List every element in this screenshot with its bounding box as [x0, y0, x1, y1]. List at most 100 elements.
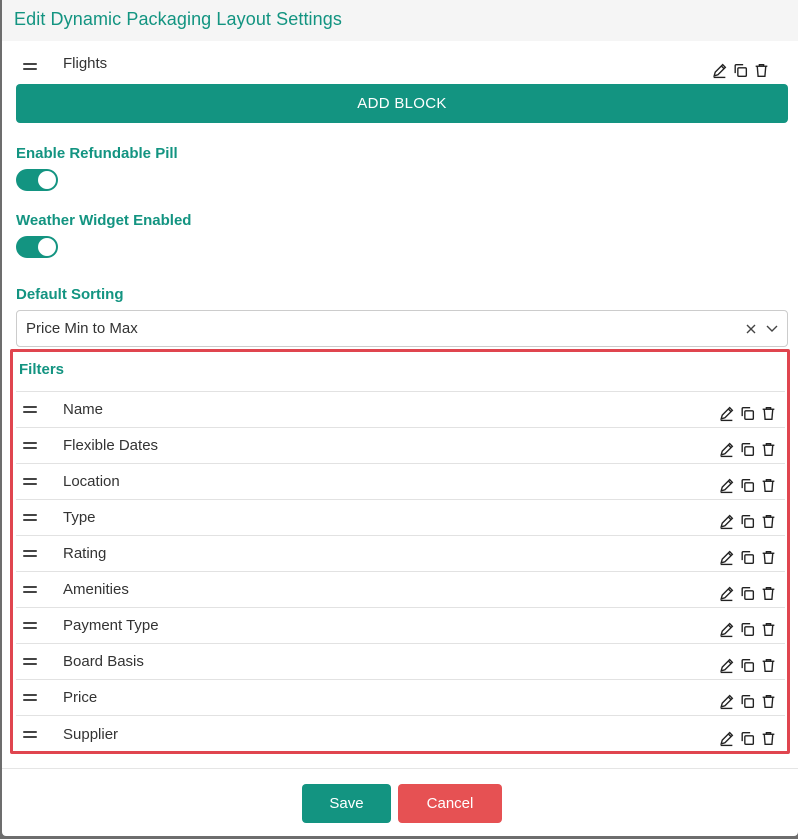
filter-actions — [718, 730, 777, 747]
weather-toggle[interactable] — [16, 236, 58, 258]
filter-row-supplier: Supplier — [16, 716, 785, 752]
clear-icon[interactable] — [746, 324, 756, 334]
filter-row-amenities: Amenities — [16, 572, 785, 608]
filter-actions — [718, 405, 777, 422]
filter-row-price: Price — [16, 680, 785, 716]
edit-icon[interactable] — [718, 730, 735, 747]
filter-label: Flexible Dates — [63, 437, 159, 454]
edit-icon[interactable] — [718, 621, 735, 638]
copy-icon[interactable] — [739, 657, 756, 674]
trash-icon[interactable] — [760, 477, 777, 494]
filter-row-type: Type — [16, 500, 785, 536]
filters-title: Filters — [19, 361, 65, 378]
copy-icon[interactable] — [739, 585, 756, 602]
drag-handle-icon[interactable] — [23, 729, 37, 739]
toggle-knob — [38, 171, 56, 189]
trash-icon[interactable] — [760, 513, 777, 530]
filter-actions — [718, 621, 777, 638]
copy-icon[interactable] — [739, 405, 756, 422]
trash-icon[interactable] — [760, 657, 777, 674]
trash-icon[interactable] — [760, 405, 777, 422]
edit-icon[interactable] — [718, 441, 735, 458]
drag-handle-icon[interactable] — [23, 657, 37, 667]
filter-row-name: Name — [16, 392, 785, 428]
refundable-toggle[interactable] — [16, 169, 58, 191]
filters-list: Name Flexible Dates Location Type Rating… — [16, 391, 785, 752]
block-actions — [711, 62, 770, 79]
edit-icon[interactable] — [718, 405, 735, 422]
trash-icon[interactable] — [760, 730, 777, 747]
filter-label: Supplier — [63, 725, 119, 743]
edit-icon[interactable] — [718, 549, 735, 566]
copy-icon[interactable] — [739, 513, 756, 530]
select-controls — [746, 324, 778, 334]
filter-actions — [718, 513, 777, 530]
filter-actions — [718, 477, 777, 494]
edit-icon[interactable] — [718, 693, 735, 710]
drag-handle-icon[interactable] — [23, 621, 37, 631]
filter-row-location: Location — [16, 464, 785, 500]
filter-label: Board Basis — [63, 653, 144, 670]
sorting-label: Default Sorting — [16, 286, 124, 303]
filter-actions — [718, 441, 777, 458]
filters-section: Filters Name Flexible Dates Location Typ… — [10, 349, 790, 754]
trash-icon[interactable] — [760, 585, 777, 602]
sorting-field: Default Sorting Price Min to Max — [16, 286, 788, 347]
edit-icon[interactable] — [718, 477, 735, 494]
copy-icon[interactable] — [739, 621, 756, 638]
drag-handle-icon[interactable] — [23, 585, 37, 595]
filter-row-flexible-dates: Flexible Dates — [16, 428, 785, 464]
drag-handle-icon[interactable] — [23, 549, 37, 559]
trash-icon[interactable] — [760, 549, 777, 566]
refundable-label: Enable Refundable Pill — [16, 145, 178, 162]
edit-layout-modal: Edit Dynamic Packaging Layout Settings F… — [2, 0, 798, 836]
sorting-value: Price Min to Max — [26, 320, 138, 337]
filter-row-payment-type: Payment Type — [16, 608, 785, 644]
edit-icon[interactable] — [718, 657, 735, 674]
block-label: Flights — [63, 54, 108, 72]
sorting-select[interactable]: Price Min to Max — [16, 310, 788, 347]
copy-icon[interactable] — [739, 730, 756, 747]
filter-label: Type — [63, 509, 96, 526]
trash-icon[interactable] — [753, 62, 770, 79]
toggle-knob — [38, 238, 56, 256]
filter-actions — [718, 585, 777, 602]
filter-actions — [718, 657, 777, 674]
filter-label: Price — [63, 689, 98, 706]
refundable-field: Enable Refundable Pill — [16, 145, 788, 191]
modal-title: Edit Dynamic Packaging Layout Settings — [14, 9, 342, 29]
weather-field: Weather Widget Enabled — [16, 212, 788, 258]
copy-icon[interactable] — [739, 477, 756, 494]
save-button[interactable]: Save — [302, 784, 391, 823]
edit-icon[interactable] — [718, 513, 735, 530]
trash-icon[interactable] — [760, 693, 777, 710]
filter-row-rating: Rating — [16, 536, 785, 572]
filter-actions — [718, 693, 777, 710]
drag-handle-icon[interactable] — [23, 61, 37, 71]
copy-icon[interactable] — [739, 441, 756, 458]
edit-icon[interactable] — [718, 585, 735, 602]
drag-handle-icon[interactable] — [23, 693, 37, 703]
copy-icon[interactable] — [739, 693, 756, 710]
filter-label: Payment Type — [63, 617, 159, 634]
weather-label: Weather Widget Enabled — [16, 212, 192, 229]
filter-row-board-basis: Board Basis — [16, 644, 785, 680]
modal-footer: Save Cancel — [2, 768, 798, 836]
modal-header: Edit Dynamic Packaging Layout Settings — [2, 0, 798, 41]
filter-actions — [718, 549, 777, 566]
edit-icon[interactable] — [711, 62, 728, 79]
add-block-button[interactable]: ADD BLOCK — [16, 84, 788, 123]
drag-handle-icon[interactable] — [23, 477, 37, 487]
block-row-flights: Flights — [16, 45, 788, 87]
drag-handle-icon[interactable] — [23, 441, 37, 451]
cancel-button[interactable]: Cancel — [398, 784, 502, 823]
trash-icon[interactable] — [760, 441, 777, 458]
chevron-down-icon[interactable] — [766, 325, 778, 333]
filter-label: Name — [63, 401, 104, 418]
copy-icon[interactable] — [732, 62, 749, 79]
trash-icon[interactable] — [760, 621, 777, 638]
drag-handle-icon[interactable] — [23, 405, 37, 415]
drag-handle-icon[interactable] — [23, 513, 37, 523]
modal-body: Flights ADD BLOCK Enable Refundable Pill… — [2, 45, 798, 347]
copy-icon[interactable] — [739, 549, 756, 566]
